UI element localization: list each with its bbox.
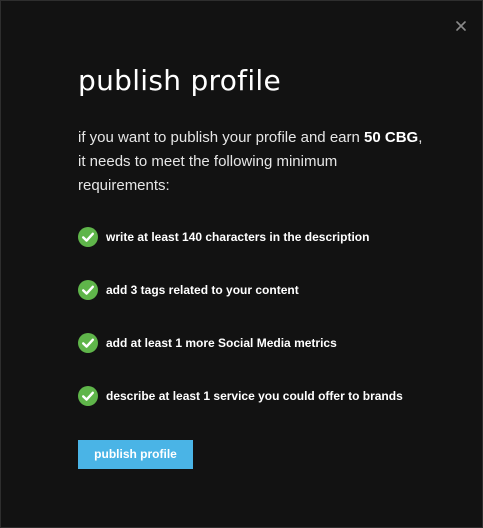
requirement-item-description: write at least 140 characters in the des… bbox=[78, 226, 369, 248]
requirement-item-service: describe at least 1 service you could of… bbox=[78, 385, 403, 407]
requirement-label: add at least 1 more Social Media metrics bbox=[106, 336, 337, 350]
requirement-label: add 3 tags related to your content bbox=[106, 283, 299, 297]
close-icon bbox=[456, 21, 466, 31]
intro-text-before: if you want to publish your profile and … bbox=[78, 129, 365, 146]
check-circle-icon bbox=[78, 333, 98, 353]
intro-reward-amount: 50 CBG bbox=[364, 129, 419, 146]
requirement-item-tags: add 3 tags related to your content bbox=[78, 279, 299, 301]
publish-profile-modal: publish profile if you want to publish y… bbox=[0, 0, 483, 528]
modal-title: publish profile bbox=[78, 64, 282, 97]
requirement-label: describe at least 1 service you could of… bbox=[106, 389, 403, 403]
publish-profile-button[interactable]: publish profile bbox=[78, 440, 193, 469]
check-circle-icon bbox=[78, 386, 98, 406]
requirement-label: write at least 140 characters in the des… bbox=[106, 230, 370, 244]
close-button[interactable] bbox=[453, 18, 469, 34]
check-circle-icon bbox=[78, 227, 98, 247]
intro-text: if you want to publish your profile and … bbox=[78, 126, 428, 198]
requirement-item-social-metrics: add at least 1 more Social Media metrics bbox=[78, 332, 337, 354]
check-circle-icon bbox=[78, 280, 98, 300]
